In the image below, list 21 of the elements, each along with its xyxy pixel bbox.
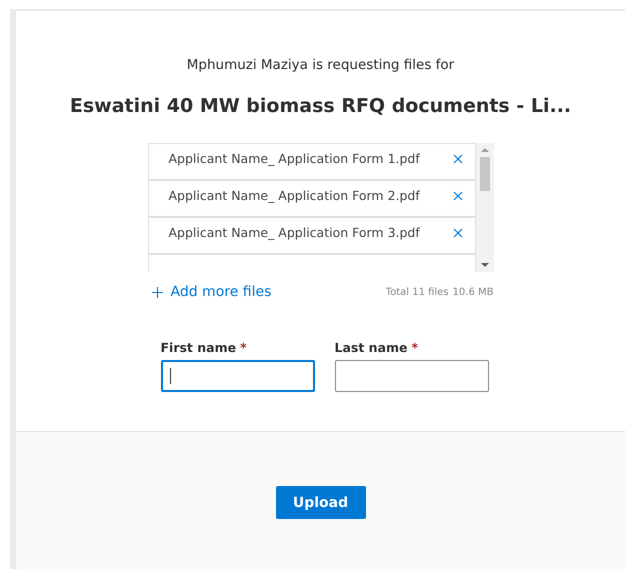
scroll-down-icon[interactable] [480, 262, 488, 268]
request-title: Eswatini 40 MW biomass RFQ documents - Li... [70, 95, 572, 117]
add-files-link[interactable]: Add more files [148, 284, 272, 300]
field-label: First name * [160, 340, 248, 355]
name-field[interactable] [334, 360, 488, 392]
request-subtitle: Mphumuzi Maziya is requesting files for [186, 57, 454, 73]
scrollbar[interactable] [476, 143, 494, 272]
plus-icon [152, 286, 162, 298]
upload-button[interactable]: Upload [276, 486, 366, 519]
file-name: Applicant Name_ Application Form 3.pdf [168, 225, 420, 240]
file-count: Total 11 files [386, 286, 449, 298]
scroll-up-icon[interactable] [480, 147, 488, 153]
remove-icon[interactable] [452, 190, 462, 200]
file-name: Applicant Name_ Application Form 2.pdf [168, 188, 420, 203]
field-label: Last name * [334, 340, 420, 355]
name-field[interactable] [160, 360, 314, 392]
total-size: 10.6 MB [452, 286, 494, 298]
scrollbar-thumb[interactable] [480, 157, 490, 191]
remove-icon[interactable] [452, 154, 462, 164]
remove-icon[interactable] [452, 228, 462, 238]
file-name: Applicant Name_ Application Form 1.pdf [168, 151, 420, 166]
